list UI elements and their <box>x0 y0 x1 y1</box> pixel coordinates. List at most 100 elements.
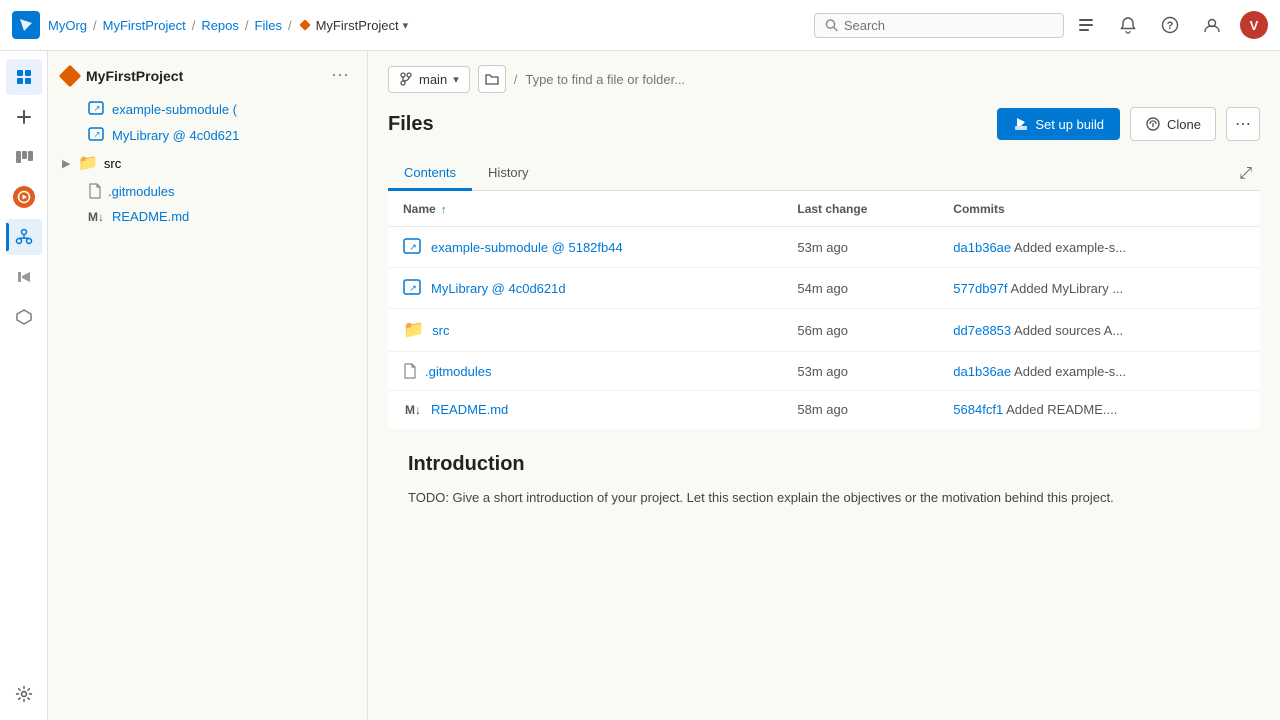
search-icon <box>825 18 838 32</box>
cell-lastchange: 54m ago <box>783 268 939 309</box>
file-link[interactable]: MyLibrary @ 4c0d621d <box>431 281 566 296</box>
svg-text:↗: ↗ <box>409 242 417 252</box>
tasks-icon[interactable] <box>1072 11 1100 39</box>
search-box[interactable] <box>814 13 1064 38</box>
file-link[interactable]: README.md <box>431 402 508 417</box>
branch-chevron-icon: ▾ <box>453 73 459 86</box>
search-input[interactable] <box>844 18 1053 33</box>
rail-add[interactable] <box>6 99 42 135</box>
table-row[interactable]: M↓ README.md 58m ago 5684fcf1 Added READ… <box>389 391 1260 429</box>
rail-repos[interactable] <box>6 219 42 255</box>
list-item[interactable]: ↗ MyLibrary @ 4c0d621 <box>48 122 367 148</box>
breadcrumb-project[interactable]: MyFirstProject <box>103 18 186 33</box>
file-link[interactable]: src <box>432 323 449 338</box>
list-item[interactable]: M↓ README.md <box>48 204 367 229</box>
rail-testplans[interactable] <box>6 259 42 295</box>
branch-selector[interactable]: main ▾ <box>388 66 470 93</box>
setup-build-label: Set up build <box>1035 117 1104 132</box>
path-finder-input[interactable] <box>525 72 1260 87</box>
path-sep: / <box>514 72 518 87</box>
folder-row-icon: 📁 <box>403 320 424 340</box>
commit-hash-link[interactable]: dd7e8853 <box>953 323 1011 338</box>
list-item[interactable]: .gitmodules <box>48 178 367 204</box>
readme-section: Introduction TODO: Give a short introduc… <box>388 429 1260 533</box>
svg-text:↗: ↗ <box>409 283 417 293</box>
commit-hash-link[interactable]: 577db97f <box>953 281 1007 296</box>
account-icon[interactable] <box>1198 11 1226 39</box>
azure-devops-logo[interactable] <box>12 11 40 39</box>
breadcrumb-files[interactable]: Files <box>255 18 282 33</box>
help-icon[interactable]: ? <box>1156 11 1184 39</box>
commit-hash-link[interactable]: da1b36ae <box>953 364 1011 379</box>
setup-build-button[interactable]: Set up build <box>997 108 1120 140</box>
rail-pipelines[interactable] <box>6 179 42 215</box>
setup-build-icon <box>1013 116 1029 132</box>
table-row[interactable]: ↗ example-submodule @ 5182fb44 53m ago d… <box>389 227 1260 268</box>
tree-file-label: README.md <box>112 209 189 224</box>
file-table: Name ↑ Last change Commits ↗ example-sub… <box>388 191 1260 429</box>
table-row[interactable]: ↗ MyLibrary @ 4c0d621d 54m ago 577db97f … <box>389 268 1260 309</box>
breadcrumb: MyOrg / MyFirstProject / Repos / Files /… <box>48 18 408 33</box>
col-lastchange: Last change <box>783 192 939 227</box>
table-header-row: Name ↑ Last change Commits <box>389 192 1260 227</box>
files-header: Files Set up build Clone ⋯ <box>388 107 1260 141</box>
readme-title: Introduction <box>408 453 1240 476</box>
file-link[interactable]: .gitmodules <box>425 364 491 379</box>
commit-hash-link[interactable]: 5684fcf1 <box>953 402 1003 417</box>
cell-commits: da1b36ae Added example-s... <box>939 352 1259 391</box>
rail-artifacts[interactable] <box>6 299 42 335</box>
cell-name: 📁 src <box>389 309 784 352</box>
branch-bar: main ▾ / <box>368 51 1280 107</box>
more-actions-button[interactable]: ⋯ <box>1226 107 1260 141</box>
nav-icons: ? V <box>1072 11 1268 39</box>
col-commits: Commits <box>939 192 1259 227</box>
file-row-icon <box>403 363 417 379</box>
file-tree-panel: MyFirstProject ⋯ ↗ example-submodule ( ↗… <box>48 51 368 720</box>
rail-overview[interactable] <box>6 59 42 95</box>
commit-message: Added MyLibrary ... <box>1010 281 1123 296</box>
file-name-cell: .gitmodules <box>403 363 769 379</box>
tree-file-label: .gitmodules <box>108 184 174 199</box>
rail-settings[interactable] <box>6 676 42 712</box>
cell-name: ↗ example-submodule @ 5182fb44 <box>389 227 784 268</box>
file-link[interactable]: example-submodule @ 5182fb44 <box>431 240 623 255</box>
col-name: Name ↑ <box>389 192 784 227</box>
submodule-row-icon: ↗ <box>403 279 423 297</box>
breadcrumb-org[interactable]: MyOrg <box>48 18 87 33</box>
submodule-icon: ↗ <box>88 101 106 117</box>
tab-contents[interactable]: Contents <box>388 157 472 191</box>
breadcrumb-current[interactable]: MyFirstProject ▾ <box>298 18 409 33</box>
tree-folder-label: src <box>104 156 121 171</box>
svg-text:?: ? <box>1167 20 1174 32</box>
expand-view-button[interactable]: ⤢ <box>1235 161 1256 187</box>
rail-boards[interactable] <box>6 139 42 175</box>
list-item[interactable]: ▶ 📁 src <box>48 148 367 178</box>
markdown-row-icon: M↓ <box>403 403 423 417</box>
table-row[interactable]: .gitmodules 53m ago da1b36ae Added examp… <box>389 352 1260 391</box>
breadcrumb-repos[interactable]: Repos <box>201 18 239 33</box>
clone-button[interactable]: Clone <box>1130 107 1216 141</box>
project-diamond-icon <box>298 18 312 32</box>
files-title: Files <box>388 113 434 136</box>
cell-lastchange: 56m ago <box>783 309 939 352</box>
chevron-down-icon: ▾ <box>403 19 409 32</box>
avatar[interactable]: V <box>1240 11 1268 39</box>
breadcrumb-sep-3: / <box>245 18 249 33</box>
table-row[interactable]: 📁 src 56m ago dd7e8853 Added sources A..… <box>389 309 1260 352</box>
file-name-cell: 📁 src <box>403 320 769 340</box>
breadcrumb-current-label: MyFirstProject <box>316 18 399 33</box>
branch-icon <box>399 72 413 86</box>
tree-menu-button[interactable]: ⋯ <box>327 63 353 88</box>
files-section: Files Set up build Clone ⋯ Contents Hist <box>368 107 1280 553</box>
list-item[interactable]: ↗ example-submodule ( <box>48 96 367 122</box>
tree-file-label: MyLibrary @ 4c0d621 <box>112 128 239 143</box>
tab-history[interactable]: History <box>472 157 544 191</box>
cell-name: ↗ MyLibrary @ 4c0d621d <box>389 268 784 309</box>
commit-hash-link[interactable]: da1b36ae <box>953 240 1011 255</box>
folder-small-icon <box>485 72 499 86</box>
cell-lastchange: 53m ago <box>783 352 939 391</box>
notifications-icon[interactable] <box>1114 11 1142 39</box>
folder-browse-button[interactable] <box>478 65 506 93</box>
file-tree-header: MyFirstProject ⋯ <box>48 51 367 96</box>
cell-commits: 5684fcf1 Added README.... <box>939 391 1259 429</box>
